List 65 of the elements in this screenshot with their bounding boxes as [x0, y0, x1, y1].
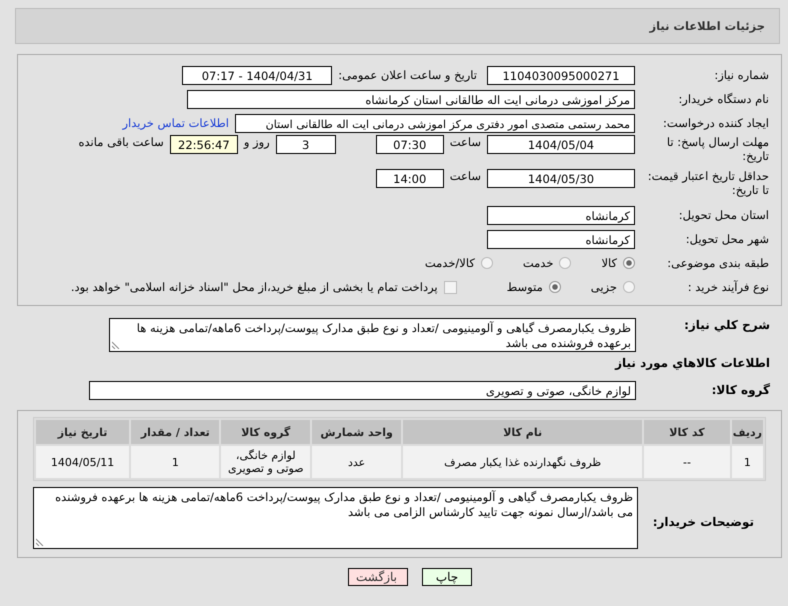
field-label: مهلت ارسال پاسخ: تا تاریخ: [666, 135, 770, 163]
time-field: 07:30 [376, 135, 444, 154]
column-header: تعداد / مقدار [131, 420, 220, 444]
field-label: حداقل تاریخ اعتبار قیمت: تا تاریخ: [646, 169, 770, 197]
table-cell: 1 [131, 446, 220, 478]
requester-field: محمد رستمی متصدی امور دفتری مرکز اموزشی درمانی ایت اله طالقانی استان [235, 114, 635, 132]
field-label: شرح کلي نیاز: [683, 318, 771, 332]
column-header: نام کالا [403, 420, 642, 444]
days-field: 3 [276, 135, 336, 154]
field-label: استان محل تحویل: [678, 208, 770, 222]
table-cell: 1404/05/11 [36, 446, 130, 478]
column-header: گروه کالا [221, 420, 310, 444]
field-label: ایجاد کننده درخواست: [662, 116, 770, 130]
column-header: کد کالا [644, 420, 730, 444]
time-label: ساعت [450, 169, 481, 183]
goods-group-field: لوازم خانگی، صوتی و تصویری [89, 380, 636, 400]
table-cell: لوازم خانگی، صوتی و تصویری [221, 446, 310, 478]
field-label: شهر محل تحویل: [684, 232, 770, 246]
field-label: توضیحات خریدار: [652, 514, 755, 529]
table-cell: ظروف نگهدارنده غذا یکبار مصرف [403, 446, 642, 478]
section-heading: اطلاعات كالاهاي مورد نیاز [614, 355, 771, 372]
option-label: جزیی [590, 280, 617, 294]
page-title: جزئیات اطلاعات نیاز [649, 19, 765, 33]
column-header: تاریخ نیاز [36, 420, 130, 444]
description-field: ظروف یکبارمصرف گیاهی و آلومینیومی /تعداد و نوع طبق مدارک پیوست/پرداخت 6ماهه/تمامی هزینه ها برعهده فروشنده می باشد [109, 318, 636, 352]
field-label: نام دستگاه خریدار: [677, 92, 770, 106]
table-cell: 1 [732, 446, 763, 478]
field-label: گروه کالا: [710, 383, 771, 397]
radio-button[interactable] [623, 281, 635, 293]
date-field: 1404/05/04 [487, 135, 635, 154]
option-label: کالا/خدمت [424, 256, 475, 270]
payment-checkbox[interactable] [444, 280, 457, 294]
radio-button[interactable] [623, 257, 635, 269]
field-label: تاریخ و ساعت اعلان عمومی: [338, 68, 477, 82]
remaining-time-field: 22:56:47 [170, 135, 238, 154]
days-label: روز و [244, 135, 270, 149]
time-field: 14:00 [376, 169, 444, 188]
date-field: 1404/05/30 [487, 169, 635, 188]
back-button[interactable]: بازگشت [348, 568, 408, 586]
print-button[interactable]: چاپ [422, 568, 472, 586]
option-label: خدمت [522, 256, 554, 270]
buyer-notes-field: ظروف یکبارمصرف گیاهی و آلومینیومی /تعداد و نوع طبق مدارک پیوست/پرداخت 6ماهه/تمامی هزینه ها برعهده فروشنده می باشد/ارسال نمونه جهت تایید کارشناس الزامی می باشد [33, 487, 638, 549]
radio-button[interactable] [559, 257, 572, 269]
remaining-label: ساعت باقی مانده [78, 135, 164, 149]
city-field: کرمانشاه [487, 230, 635, 248]
province-field: کرمانشاه [487, 206, 635, 224]
field-label: شماره نیاز: [713, 68, 770, 82]
radio-button[interactable] [480, 257, 493, 269]
buyer-contact-link[interactable]: اطلاعات تماس خریدار [122, 116, 229, 130]
resize-grip-icon [112, 341, 120, 349]
option-label: متوسط [506, 280, 543, 294]
table-cell: عدد [312, 446, 402, 478]
column-header: ردیف [732, 420, 763, 444]
field-label: طبقه بندی موضوعی: [666, 256, 770, 270]
need-number-field: 1104030095000271 [487, 66, 635, 84]
buyer-org-field: مرکز اموزشی درمانی ایت اله طالقانی استان کرمانشاه [187, 90, 635, 108]
payment-note: پرداخت تمام یا بخشی از مبلغ خرید،از محل "اسناد خزانه اسلامی" خواهد بود. [70, 280, 438, 294]
table-cell: -- [644, 446, 730, 478]
radio-button[interactable] [548, 281, 561, 293]
time-label: ساعت [450, 135, 481, 149]
column-header: واحد شمارش [312, 420, 402, 444]
resize-grip-icon [36, 538, 44, 546]
announce-date-field: 1404/04/31 - 07:17 [182, 66, 332, 84]
field-label: نوع فرآیند خرید : [686, 280, 770, 294]
option-label: کالا [601, 256, 617, 270]
